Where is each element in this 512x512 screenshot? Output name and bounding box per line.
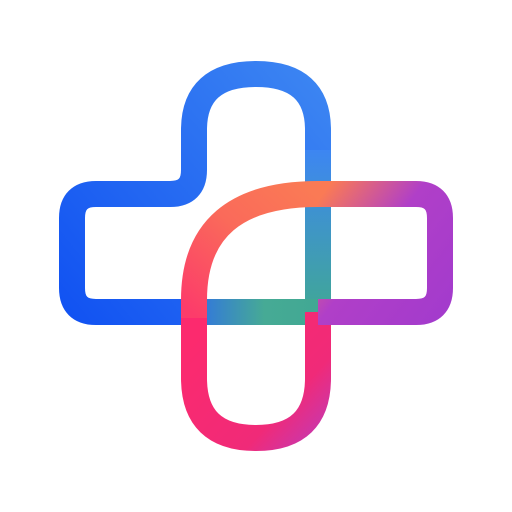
- medical-cross-logo-icon: [59, 61, 453, 451]
- cross-right-purple-stroke: [318, 181, 453, 325]
- app-icon-canvas: [0, 0, 512, 512]
- cross-bottom-pink-stroke: [181, 312, 331, 451]
